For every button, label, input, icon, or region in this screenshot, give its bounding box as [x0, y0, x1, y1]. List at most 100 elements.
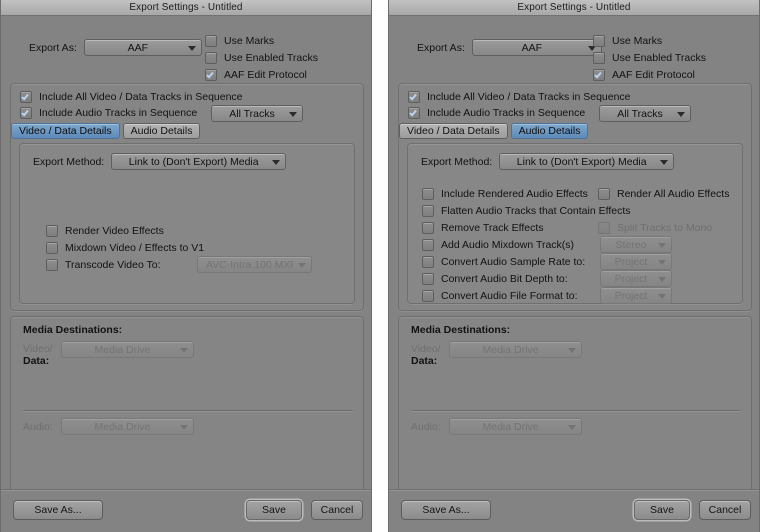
tab-video-data-details[interactable]: Video / Data Details: [399, 123, 508, 139]
audio-mixdown-format-dropdown[interactable]: Stereo: [600, 236, 672, 253]
export-method-dropdown[interactable]: Link to (Don't Export) Media: [499, 153, 675, 170]
chevron-down-icon: [272, 159, 281, 165]
checkbox-label: Include Audio Tracks in Sequence: [427, 107, 586, 119]
checkbox-label: Use Marks: [224, 35, 275, 47]
window-body: Export As: AAF Use Marks Use Enabled Tra…: [389, 16, 759, 494]
checkbox-label: Include Rendered Audio Effects: [441, 188, 588, 200]
export-as-label: Export As:: [417, 41, 465, 54]
export-method-label: Export Method:: [421, 155, 493, 168]
tracks-scope-dropdown[interactable]: All Tracks: [211, 105, 303, 122]
checkbox-box: [20, 107, 32, 119]
save-as-button[interactable]: Save As...: [401, 500, 491, 520]
checkbox-remove-track-effects[interactable]: Remove Track Effects: [422, 222, 544, 234]
checkbox-use-enabled-tracks[interactable]: Use Enabled Tracks: [205, 52, 318, 64]
details-tabs: Video / Data Details Audio Details: [11, 123, 201, 139]
export-settings-window-right: Export Settings - Untitled Export As: AA…: [388, 0, 760, 532]
checkbox-use-enabled-tracks[interactable]: Use Enabled Tracks: [593, 52, 706, 64]
export-method-value: Link to (Don't Export) Media: [128, 155, 259, 168]
audio-destination-value: Media Drive: [482, 420, 539, 433]
audio-destination-dropdown[interactable]: Media Drive: [61, 418, 194, 435]
checkbox-box: [408, 107, 420, 119]
export-method-value: Link to (Don't Export) Media: [516, 155, 647, 168]
video-destination-dropdown[interactable]: Media Drive: [449, 341, 582, 358]
checkbox-convert-audio-bit-depth[interactable]: Convert Audio Bit Depth to:: [422, 273, 568, 285]
tracks-scope-dropdown[interactable]: All Tracks: [599, 105, 691, 122]
checkbox-label: AAF Edit Protocol: [612, 69, 695, 81]
checkbox-box: [422, 256, 434, 268]
save-as-button[interactable]: Save As...: [13, 500, 103, 520]
checkbox-include-audio-tracks[interactable]: Include Audio Tracks in Sequence: [20, 107, 197, 119]
chevron-down-icon: [568, 347, 576, 353]
checkbox-box: [598, 188, 610, 200]
tab-video-data-details[interactable]: Video / Data Details: [11, 123, 120, 139]
tracks-group: Include All Video / Data Tracks in Seque…: [398, 83, 752, 311]
transcode-format-dropdown[interactable]: AVC-Intra 100 MXF: [197, 256, 312, 273]
checkbox-mixdown-video-effects-to-v1[interactable]: Mixdown Video / Effects to V1: [46, 242, 204, 254]
media-destinations-group: Media Destinations: Video/ Data: Media D…: [10, 316, 364, 494]
audio-destination-label: Audio:: [411, 421, 441, 433]
checkbox-box: [46, 259, 58, 271]
tab-label: Video / Data Details: [407, 125, 500, 137]
checkbox-include-all-video-data-tracks[interactable]: Include All Video / Data Tracks in Seque…: [408, 91, 631, 103]
checkbox-aaf-edit-protocol[interactable]: AAF Edit Protocol: [205, 69, 318, 81]
export-as-dropdown[interactable]: AAF: [83, 39, 202, 56]
checkbox-use-marks[interactable]: Use Marks: [593, 35, 706, 47]
save-button[interactable]: Save: [246, 500, 302, 520]
checkbox-add-audio-mixdown-tracks[interactable]: Add Audio Mixdown Track(s): [422, 239, 574, 251]
audio-destination-dropdown[interactable]: Media Drive: [449, 418, 582, 435]
checkbox-include-rendered-audio-effects[interactable]: Include Rendered Audio Effects: [422, 188, 588, 200]
video-destination-label-line1: Video/: [411, 343, 441, 355]
checkbox-transcode-video-to[interactable]: Transcode Video To:: [46, 259, 161, 271]
checkbox-convert-audio-sample-rate[interactable]: Convert Audio Sample Rate to:: [422, 256, 585, 268]
checkbox-label: Flatten Audio Tracks that Contain Effect…: [441, 205, 631, 217]
checkbox-render-all-audio-effects[interactable]: Render All Audio Effects: [598, 188, 729, 200]
checkbox-include-audio-tracks[interactable]: Include Audio Tracks in Sequence: [408, 107, 585, 119]
export-method-dropdown[interactable]: Link to (Don't Export) Media: [111, 153, 287, 170]
checkbox-render-video-effects[interactable]: Render Video Effects: [46, 225, 164, 237]
checkbox-box: [20, 91, 32, 103]
save-as-label: Save As...: [422, 504, 470, 516]
window-titlebar[interactable]: Export Settings - Untitled: [389, 0, 759, 16]
checkbox-label: Include All Video / Data Tracks in Seque…: [427, 91, 631, 103]
checkbox-label: Split Tracks to Mono: [617, 222, 713, 234]
cancel-button[interactable]: Cancel: [311, 500, 363, 520]
checkbox-use-marks[interactable]: Use Marks: [205, 35, 318, 47]
export-as-dropdown[interactable]: AAF: [471, 39, 602, 56]
audio-file-format-dropdown[interactable]: Project: [600, 287, 672, 304]
save-button[interactable]: Save: [634, 500, 690, 520]
checkbox-box: [422, 188, 434, 200]
screenshot-root: Export Settings - Untitled Export As: AA…: [0, 0, 760, 532]
export-as-value: AAF: [127, 41, 149, 54]
audio-mixdown-format-value: Stereo: [615, 238, 647, 251]
export-as-label: Export As:: [29, 41, 77, 54]
window-titlebar[interactable]: Export Settings - Untitled: [1, 0, 371, 16]
cancel-button[interactable]: Cancel: [699, 500, 751, 520]
checkbox-convert-audio-file-format[interactable]: Convert Audio File Format to:: [422, 290, 578, 302]
audio-bit-depth-dropdown[interactable]: Project: [600, 270, 672, 287]
export-as-row: Export As: AAF: [417, 39, 602, 56]
chevron-down-icon: [677, 111, 685, 117]
export-method-row: Export Method: Link to (Don't Export) Me…: [33, 153, 287, 170]
chevron-down-icon: [658, 242, 666, 248]
checkbox-include-all-video-data-tracks[interactable]: Include All Video / Data Tracks in Seque…: [20, 91, 243, 103]
audio-sample-rate-dropdown[interactable]: Project: [600, 253, 672, 270]
tab-audio-details[interactable]: Audio Details: [510, 123, 589, 139]
export-as-value: AAF: [521, 41, 543, 54]
checkbox-aaf-edit-protocol[interactable]: AAF Edit Protocol: [593, 69, 706, 81]
checkbox-split-tracks-to-mono[interactable]: Split Tracks to Mono: [598, 222, 712, 234]
tracks-scope-value: All Tracks: [617, 107, 663, 120]
video-destination-value: Media Drive: [94, 343, 151, 356]
save-label: Save: [650, 504, 674, 516]
video-destination-label-line2: Data:: [411, 355, 438, 367]
cancel-label: Cancel: [320, 504, 354, 516]
chevron-down-icon: [289, 111, 297, 117]
checkbox-label: Add Audio Mixdown Track(s): [441, 239, 575, 251]
checkbox-label: Include Audio Tracks in Sequence: [39, 107, 198, 119]
video-destination-dropdown[interactable]: Media Drive: [61, 341, 194, 358]
checkbox-flatten-audio-tracks[interactable]: Flatten Audio Tracks that Contain Effect…: [422, 205, 631, 217]
media-destinations-group: Media Destinations: Video/ Data: Media D…: [398, 316, 752, 494]
window-footer: Save As... Save Cancel: [1, 489, 371, 532]
tab-audio-details[interactable]: Audio Details: [122, 123, 201, 139]
save-label: Save: [262, 504, 286, 516]
media-destinations-title: Media Destinations:: [411, 324, 511, 336]
